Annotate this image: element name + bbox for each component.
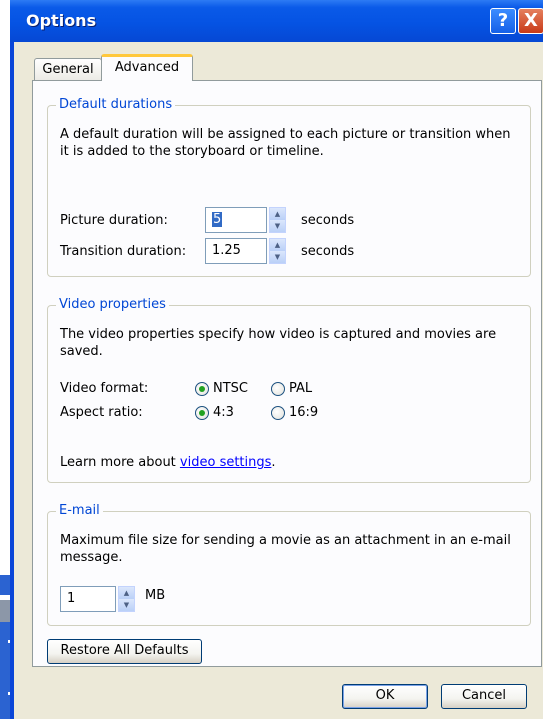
picture-duration-value: 5 <box>212 212 223 227</box>
radio-ntsc-label: NTSC <box>213 381 248 396</box>
email-heading: E-mail <box>56 503 103 518</box>
tab-advanced[interactable]: Advanced <box>101 54 193 81</box>
radio-pal-label: PAL <box>289 381 313 396</box>
options-dialog: Options ? X General Advanced Default dur… <box>10 0 543 719</box>
learn-more-suffix: . <box>271 455 276 470</box>
restore-defaults-button[interactable]: Restore All Defaults <box>47 639 202 664</box>
picture-duration-spin-buttons: ▲ ▼ <box>269 207 286 233</box>
close-icon: X <box>524 10 538 31</box>
learn-more-prefix: Learn more about <box>60 455 180 470</box>
transition-duration-label: Transition duration: <box>60 244 187 259</box>
radio-button-unselected <box>271 382 285 396</box>
ok-button[interactable]: OK <box>342 684 428 709</box>
title-bar[interactable]: Options ? X <box>10 0 543 42</box>
default-durations-heading: Default durations <box>56 97 176 112</box>
picture-duration-label: Picture duration: <box>60 213 168 228</box>
video-properties-heading: Video properties <box>56 297 169 312</box>
picture-duration-unit: seconds <box>301 213 355 228</box>
help-button[interactable]: ? <box>490 8 516 34</box>
radio-button-selected <box>195 406 209 420</box>
email-size-unit: MB <box>145 588 166 603</box>
video-properties-description: The video properties specify how video i… <box>60 327 497 359</box>
tab-general[interactable]: General <box>34 58 102 80</box>
transition-duration-input[interactable]: 1.25 <box>205 238 267 264</box>
cancel-button[interactable]: Cancel <box>441 684 527 709</box>
advanced-tab-panel: Default durations A default duration wil… <box>32 80 542 667</box>
aspect-ratio-label: Aspect ratio: <box>60 405 143 420</box>
video-properties-group: Video properties The video properties sp… <box>47 297 531 483</box>
dialog-title: Options <box>26 11 97 30</box>
radio-button-unselected <box>271 406 285 420</box>
email-group: E-mail Maximum file size for sending a m… <box>47 503 531 626</box>
default-durations-description: A default duration will be assigned to e… <box>60 127 511 159</box>
email-size-input[interactable]: 1 <box>60 586 116 612</box>
radio-4-3-label: 4:3 <box>213 405 234 420</box>
close-button[interactable]: X <box>518 8 543 34</box>
picture-duration-input[interactable]: 5 <box>205 207 267 233</box>
radio-16-9-label: 16:9 <box>289 405 319 420</box>
radio-button-selected <box>195 382 209 396</box>
email-description: Maximum file size for sending a movie as… <box>60 533 511 565</box>
spin-down-icon[interactable]: ▼ <box>270 220 285 232</box>
transition-duration-unit: seconds <box>301 244 355 259</box>
spin-down-icon[interactable]: ▼ <box>270 251 285 263</box>
video-format-label: Video format: <box>60 381 149 396</box>
transition-duration-spin-buttons: ▲ ▼ <box>269 238 286 264</box>
dialog-client-area: General Advanced Default durations A def… <box>14 42 543 719</box>
help-icon: ? <box>497 10 509 31</box>
video-settings-link[interactable]: video settings <box>180 455 271 470</box>
learn-more-text: Learn more about video settings. <box>60 455 276 470</box>
default-durations-group: Default durations A default duration wil… <box>47 97 531 277</box>
spin-down-icon[interactable]: ▼ <box>119 599 134 611</box>
email-size-spin-buttons: ▲ ▼ <box>118 586 135 612</box>
